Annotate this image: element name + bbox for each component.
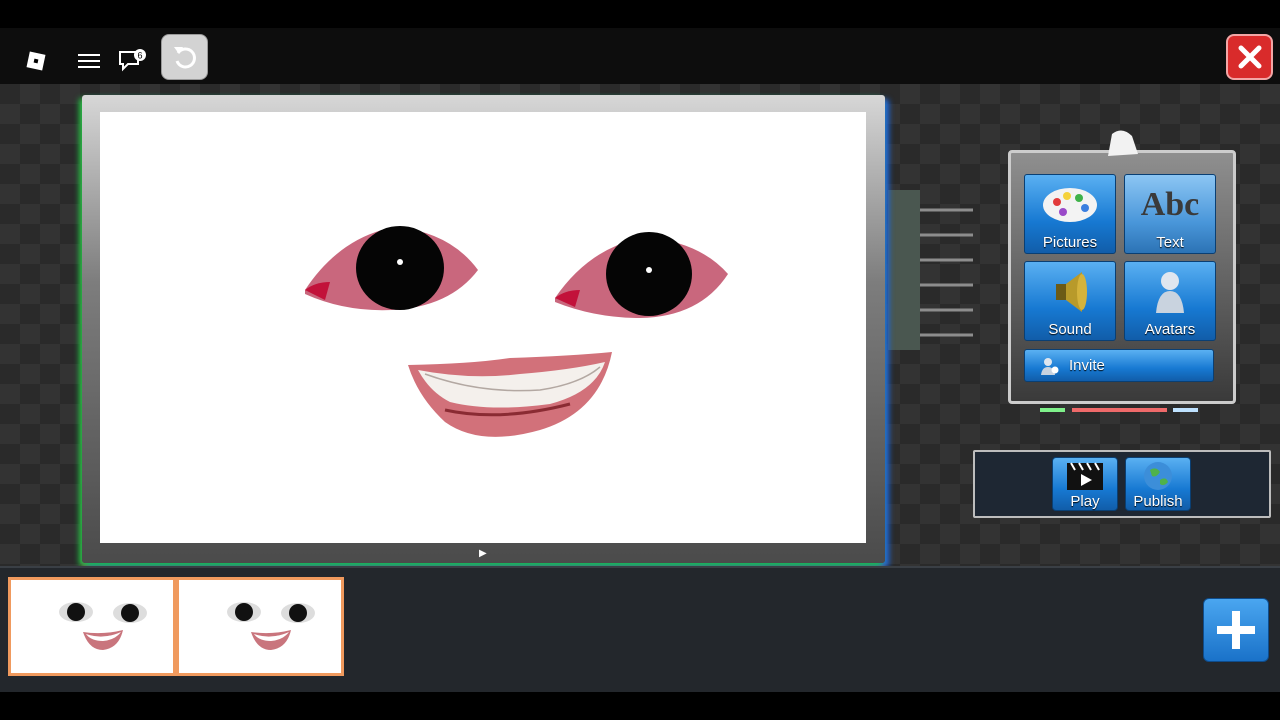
plus-icon bbox=[1217, 611, 1255, 649]
add-frame-button[interactable] bbox=[1203, 598, 1269, 662]
avatars-label: Avatars bbox=[1144, 321, 1196, 338]
frame-thumbnail[interactable] bbox=[176, 577, 344, 676]
publish-button[interactable]: Publish bbox=[1125, 457, 1191, 511]
panel-status-lights bbox=[1040, 408, 1198, 412]
frame-thumbnail[interactable] bbox=[8, 577, 176, 676]
chat-badge: 6 bbox=[137, 51, 142, 61]
close-button[interactable] bbox=[1226, 34, 1273, 80]
action-box bbox=[973, 450, 1271, 518]
chat-icon[interactable]: 6 bbox=[118, 48, 148, 72]
invite-button[interactable]: Invite bbox=[1024, 349, 1214, 382]
publish-label: Publish bbox=[1133, 493, 1183, 510]
text-label: Text bbox=[1156, 234, 1184, 251]
text-button[interactable]: Abc Text bbox=[1124, 174, 1216, 254]
drawing-canvas[interactable] bbox=[100, 112, 866, 543]
avatar-figure-icon bbox=[1152, 262, 1188, 321]
text-abc-icon: Abc bbox=[1140, 185, 1200, 223]
canvas-play-marker-icon[interactable]: ▶ bbox=[479, 548, 487, 559]
globe-icon bbox=[1142, 458, 1174, 493]
palette-icon bbox=[1041, 175, 1099, 234]
left-eye-sticker bbox=[305, 226, 478, 311]
menu-icon[interactable] bbox=[78, 52, 100, 70]
pictures-button[interactable]: Pictures bbox=[1024, 174, 1116, 254]
speaker-icon bbox=[1050, 262, 1090, 321]
clapperboard-icon bbox=[1065, 458, 1105, 493]
sound-label: Sound bbox=[1048, 321, 1092, 338]
play-label: Play bbox=[1070, 493, 1100, 510]
pictures-label: Pictures bbox=[1042, 234, 1098, 251]
mouth-sticker bbox=[408, 352, 612, 437]
panel-hand-cursor-icon bbox=[1108, 130, 1138, 156]
invite-label: Invite bbox=[1069, 357, 1105, 374]
close-icon bbox=[1238, 45, 1261, 69]
play-button[interactable]: Play bbox=[1052, 457, 1118, 511]
bottom-bar bbox=[0, 692, 1280, 720]
right-eye-sticker bbox=[555, 232, 728, 318]
undo-icon bbox=[173, 47, 196, 69]
invite-person-icon bbox=[1041, 357, 1059, 375]
roblox-logo-icon[interactable] bbox=[26, 51, 46, 71]
pipe-decoration bbox=[888, 190, 973, 350]
sound-button[interactable]: Sound bbox=[1024, 261, 1116, 341]
avatars-button[interactable]: Avatars bbox=[1124, 261, 1216, 341]
undo-button[interactable] bbox=[161, 34, 208, 80]
